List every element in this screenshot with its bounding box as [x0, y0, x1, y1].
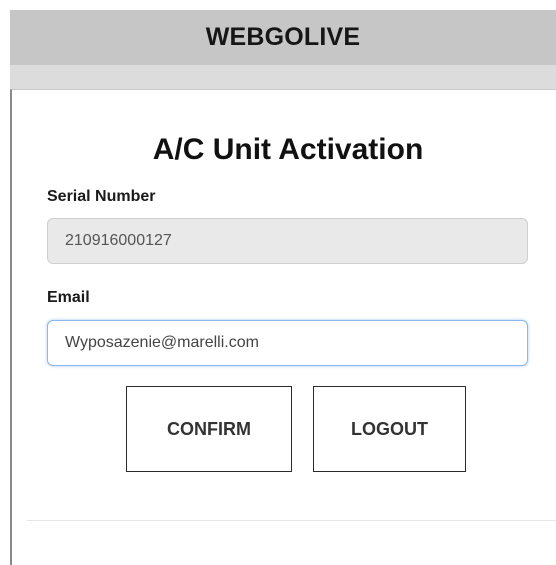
- form-title: A/C Unit Activation: [152, 133, 424, 166]
- serial-number-field[interactable]: [47, 218, 528, 264]
- divider: [27, 520, 556, 521]
- confirm-button[interactable]: CONFIRM: [126, 386, 292, 472]
- app-title: WEBGOLIVE: [205, 23, 361, 51]
- header-sub-strip: [10, 65, 556, 89]
- app-header: WEBGOLIVE: [10, 10, 556, 65]
- serial-number-label: Serial Number: [47, 188, 156, 205]
- email-field[interactable]: [47, 320, 528, 366]
- logout-button[interactable]: LOGOUT: [313, 386, 466, 472]
- email-label: Email: [47, 289, 90, 306]
- page: WEBGOLIVE A/C Unit Activation Serial Num…: [0, 0, 556, 565]
